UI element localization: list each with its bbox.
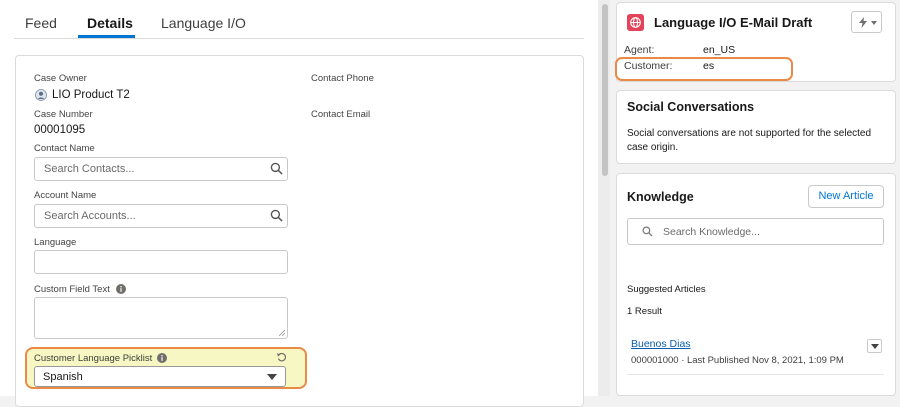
search-icon	[270, 209, 283, 222]
quick-actions-button[interactable]	[851, 11, 882, 33]
language-label: Language	[34, 237, 77, 248]
contact-phone-label: Contact Phone	[311, 73, 374, 84]
info-icon[interactable]	[157, 353, 167, 363]
account-name-lookup[interactable]: Search Accounts...	[34, 204, 288, 228]
lightning-icon	[859, 17, 867, 28]
social-card-text-line1: Social conversations are not supported f…	[627, 128, 872, 139]
contact-name-lookup[interactable]: Search Contacts...	[34, 157, 288, 181]
resize-handle-icon[interactable]	[279, 330, 285, 336]
search-icon	[642, 226, 653, 237]
record-tabs: Feed Details Language I/O	[14, 0, 584, 39]
tab-feed[interactable]: Feed	[25, 15, 57, 31]
language-input[interactable]	[34, 250, 288, 274]
case-number-label: Case Number	[34, 109, 93, 120]
custom-field-text-textarea[interactable]	[34, 297, 288, 339]
customer-language-picklist-select[interactable]: Spanish	[34, 366, 286, 387]
agent-language-value: en_US	[703, 44, 736, 56]
knowledge-search-input[interactable]: Search Knowledge...	[627, 218, 884, 245]
knowledge-card-title: Knowledge	[627, 190, 694, 204]
contact-name-placeholder: Search Contacts...	[44, 163, 135, 175]
tab-details[interactable]: Details	[87, 15, 133, 31]
customer-language-picklist-value: Spanish	[43, 371, 83, 383]
case-number-value: 00001095	[34, 124, 86, 136]
case-owner-value[interactable]: LIO Product T2	[52, 89, 130, 101]
undo-icon[interactable]	[276, 351, 287, 362]
info-icon[interactable]	[116, 284, 126, 294]
chevron-down-icon	[871, 344, 879, 349]
globe-icon	[627, 14, 644, 31]
contact-name-label: Contact Name	[34, 143, 95, 154]
tab-language-io[interactable]: Language I/O	[161, 15, 246, 31]
account-name-label: Account Name	[34, 190, 97, 201]
user-avatar-icon	[35, 89, 47, 101]
chevron-down-icon	[267, 374, 277, 380]
search-icon	[270, 162, 283, 175]
article-meta: 000001000 · Last Published Nov 8, 2021, …	[631, 355, 844, 366]
account-name-placeholder: Search Accounts...	[44, 210, 136, 222]
case-owner-label: Case Owner	[34, 73, 87, 84]
scrollbar-thumb[interactable]	[602, 4, 608, 176]
active-tab-indicator	[78, 35, 135, 38]
suggested-articles-label: Suggested Articles	[627, 284, 706, 295]
new-article-button[interactable]: New Article	[808, 185, 884, 208]
lio-card-title: Language I/O E-Mail Draft	[654, 15, 813, 30]
customer-label: Customer:	[624, 60, 673, 72]
social-card-title: Social Conversations	[627, 100, 755, 114]
custom-field-text-label: Custom Field Text	[34, 284, 110, 295]
social-card-text-line2: case origin.	[627, 142, 679, 153]
article-actions-dropdown[interactable]	[867, 339, 882, 353]
customer-language-picklist-label: Customer Language Picklist	[34, 353, 153, 364]
article-link[interactable]: Buenos Dias	[631, 338, 691, 350]
contact-email-label: Contact Email	[311, 109, 371, 120]
divider	[627, 374, 884, 375]
chevron-down-icon	[871, 21, 877, 25]
agent-label: Agent:	[624, 44, 655, 56]
customer-language-value: es	[703, 60, 715, 72]
knowledge-search-placeholder: Search Knowledge...	[663, 226, 760, 238]
result-count: 1 Result	[627, 306, 662, 317]
